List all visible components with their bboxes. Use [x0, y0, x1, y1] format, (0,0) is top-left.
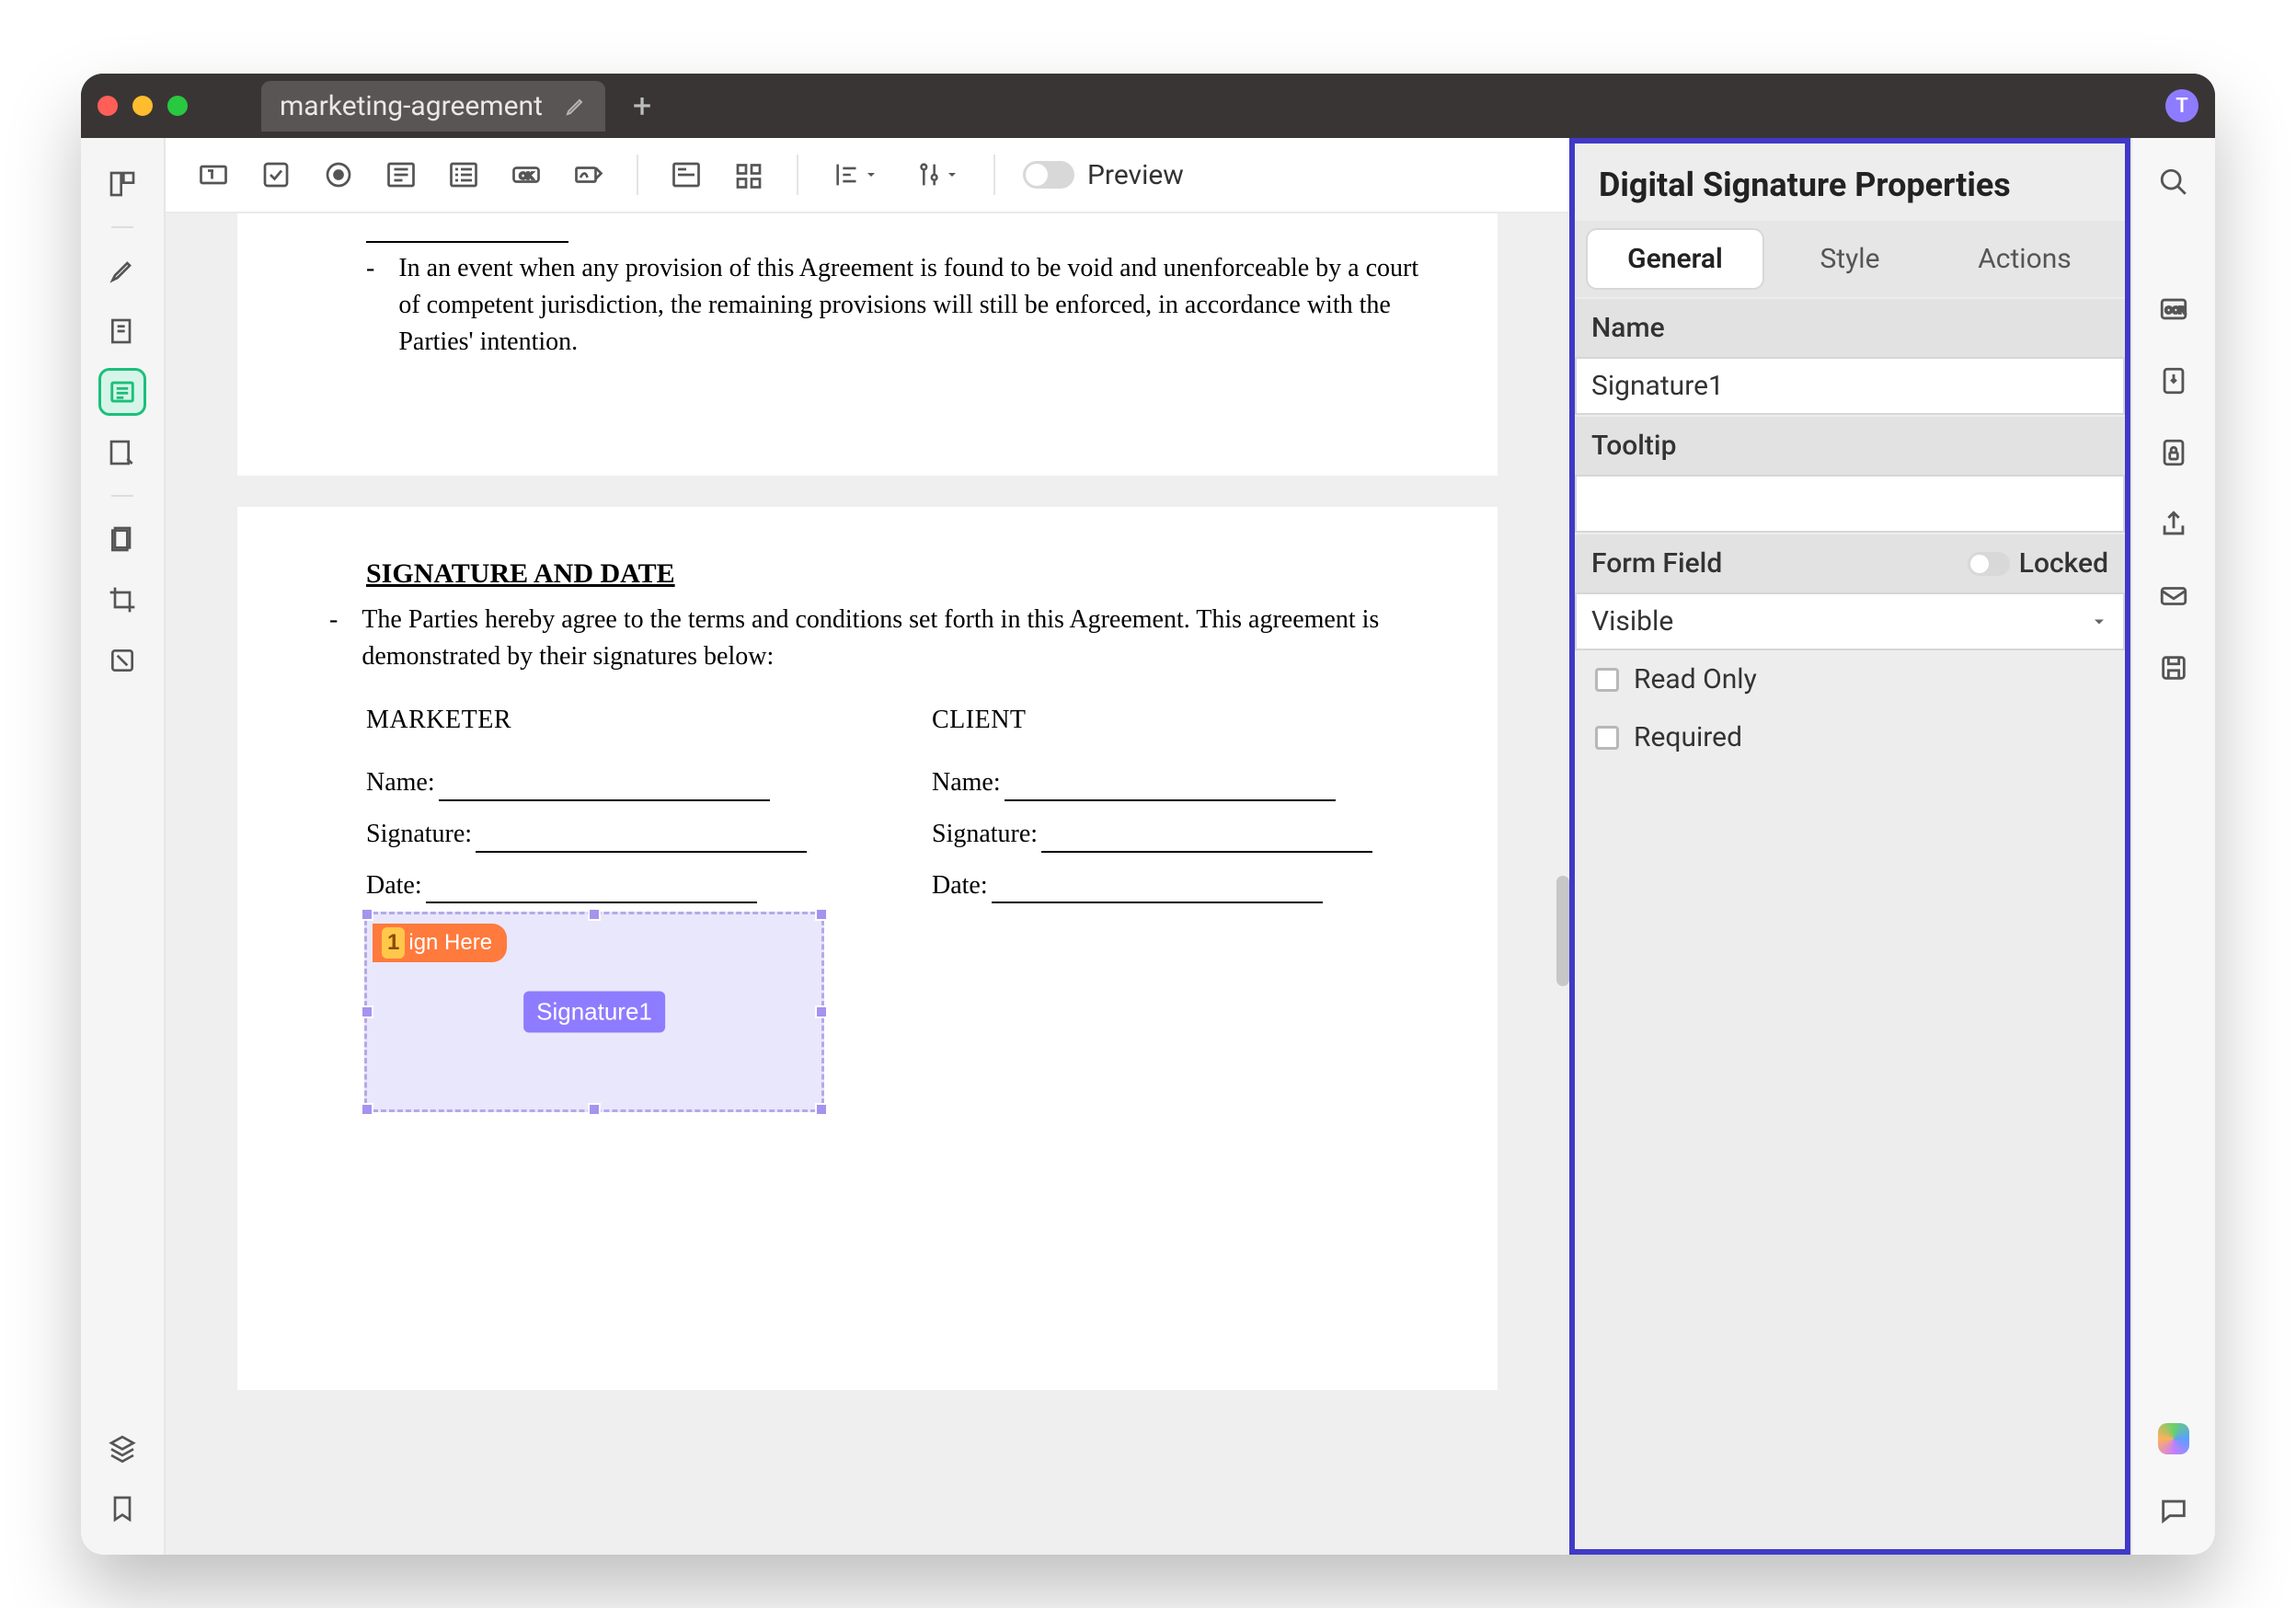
pencil-icon[interactable]: [565, 95, 587, 117]
crop-tool-icon[interactable]: [98, 576, 146, 624]
comment-icon[interactable]: [2152, 1488, 2196, 1533]
paragraph-text: In an event when any provision of this A…: [398, 250, 1442, 360]
dropdown-tool-icon[interactable]: [375, 149, 427, 201]
form-toolbar: OK: [166, 138, 1569, 213]
preview-label: Preview: [1087, 159, 1184, 191]
titlebar: marketing-agreement + T: [81, 74, 2215, 138]
left-sidebar: [81, 138, 166, 1555]
thumbnail-panel-icon[interactable]: [98, 160, 146, 208]
align-tool-icon[interactable]: [821, 149, 890, 201]
redact-tool-icon[interactable]: [98, 637, 146, 684]
minimize-window-icon[interactable]: [132, 96, 153, 116]
document-tab[interactable]: marketing-agreement: [261, 81, 605, 132]
resize-handle[interactable]: [815, 1005, 828, 1018]
locked-toggle[interactable]: [1968, 552, 2010, 576]
pages-tool-icon[interactable]: [98, 515, 146, 563]
tooltip-input[interactable]: [1575, 475, 2125, 533]
section-header: SIGNATURE AND DATE: [366, 555, 1442, 594]
preview-toggle[interactable]: Preview: [1023, 159, 1184, 191]
resize-handle[interactable]: [588, 1103, 601, 1116]
close-window-icon[interactable]: [98, 96, 118, 116]
window-controls: [98, 96, 188, 116]
checkbox-tool-icon[interactable]: [250, 149, 302, 201]
scrollbar-thumb[interactable]: [1556, 876, 1569, 986]
signature-field-label: Signature1: [523, 992, 665, 1033]
listbox-tool-icon[interactable]: [438, 149, 489, 201]
bookmark-icon[interactable]: [98, 1485, 146, 1533]
form-tool-icon[interactable]: [98, 368, 146, 416]
image-field-tool-icon[interactable]: [660, 149, 712, 201]
svg-text:OK: OK: [520, 171, 534, 182]
client-header: CLIENT: [932, 702, 1442, 739]
ocr-icon[interactable]: OCR: [2152, 287, 2196, 331]
radio-tool-icon[interactable]: [313, 149, 364, 201]
resize-handle[interactable]: [588, 908, 601, 921]
intro-text: The Parties hereby agree to the terms an…: [362, 602, 1442, 675]
avatar[interactable]: T: [2165, 89, 2198, 122]
tooltip-label: Tooltip: [1591, 430, 1676, 462]
marketer-header: MARKETER: [366, 702, 877, 739]
barcode-tool-icon[interactable]: [723, 149, 775, 201]
name-input[interactable]: [1575, 357, 2125, 415]
app-window: marketing-agreement + T: [81, 74, 2215, 1555]
read-only-checkbox[interactable]: Read Only: [1575, 650, 2125, 708]
sign-here-flag: 1 ign Here: [373, 924, 507, 962]
required-checkbox[interactable]: Required: [1575, 708, 2125, 766]
save-icon[interactable]: [2152, 646, 2196, 690]
tab-title: marketing-agreement: [280, 90, 543, 122]
checkbox-icon: [1595, 726, 1619, 750]
new-tab-button[interactable]: +: [633, 86, 651, 125]
resize-handle[interactable]: [361, 908, 373, 921]
annotate-tool-icon[interactable]: [98, 307, 146, 355]
sign-tool-icon[interactable]: [98, 429, 146, 477]
compress-icon[interactable]: [2152, 359, 2196, 403]
name-label: Name: [1591, 312, 1665, 344]
resize-handle[interactable]: [361, 1103, 373, 1116]
tab-style[interactable]: Style: [1762, 230, 1937, 288]
protect-icon[interactable]: [2152, 431, 2196, 475]
document-page: SIGNATURE AND DATE - The Parties hereby …: [237, 507, 1498, 1390]
email-icon[interactable]: [2152, 574, 2196, 618]
properties-panel: Digital Signature Properties General Sty…: [1569, 138, 2130, 1555]
locked-label: Locked: [2019, 547, 2108, 580]
share-icon[interactable]: [2152, 502, 2196, 546]
right-sidebar: OCR: [2130, 138, 2215, 1555]
svg-text:OCR: OCR: [2165, 305, 2186, 316]
document-page: - In an event when any provision of this…: [237, 213, 1498, 476]
document-viewport[interactable]: - In an event when any provision of this…: [166, 213, 1569, 1555]
toggle-switch-icon[interactable]: [1023, 161, 1074, 189]
visibility-select[interactable]: Visible: [1575, 592, 2125, 650]
button-tool-icon[interactable]: OK: [500, 149, 552, 201]
fullscreen-window-icon[interactable]: [167, 96, 188, 116]
search-icon[interactable]: [2152, 160, 2196, 204]
tab-actions[interactable]: Actions: [1937, 230, 2112, 288]
panel-title: Digital Signature Properties: [1575, 144, 2125, 221]
properties-tabs: General Style Actions: [1575, 221, 2125, 297]
resize-handle[interactable]: [361, 1005, 373, 1018]
form-field-label: Form Field: [1591, 547, 1722, 580]
tab-general[interactable]: General: [1588, 230, 1762, 288]
highlight-tool-icon[interactable]: [98, 247, 146, 294]
layers-icon[interactable]: [98, 1424, 146, 1472]
main-area: OK: [166, 138, 1569, 1555]
tools-menu-icon[interactable]: [901, 149, 971, 201]
checkbox-icon: [1595, 668, 1619, 692]
signature-tool-icon[interactable]: [563, 149, 614, 201]
resize-handle[interactable]: [815, 1103, 828, 1116]
text-field-tool-icon[interactable]: [188, 149, 239, 201]
resize-handle[interactable]: [815, 908, 828, 921]
chevron-down-icon: [2090, 613, 2108, 631]
app-logo-icon[interactable]: [2152, 1417, 2196, 1461]
signature-field[interactable]: 1 ign Here Signature1: [364, 912, 824, 1112]
